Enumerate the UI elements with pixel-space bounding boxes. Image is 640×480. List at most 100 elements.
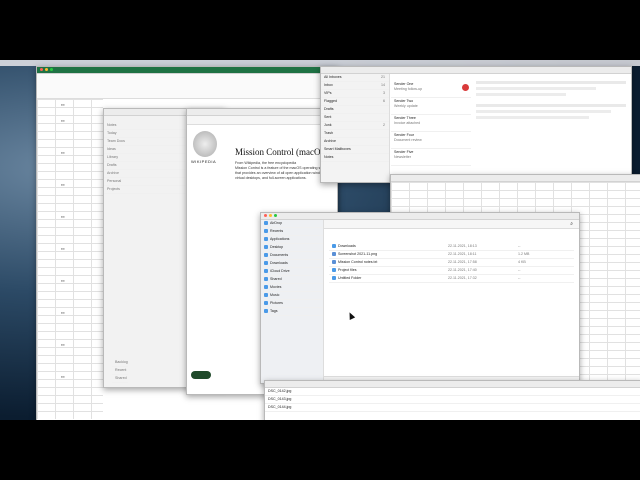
cell: ▪▪▪ — [61, 343, 65, 347]
bottom-window[interactable]: DSC_0142.jpg DSC_0143.jpg DSC_0144.jpg — [264, 380, 640, 420]
minimize-icon[interactable] — [45, 68, 48, 71]
folder-icon — [264, 309, 268, 314]
file-name: Screenshot 2021-11.png — [338, 252, 378, 256]
cell: ▪▪▪ — [61, 151, 65, 155]
file-name: Project files — [338, 268, 357, 272]
file-icon — [332, 260, 336, 265]
file-list: Downloads 22.11.2021, 18:13 -- Screenshot … — [329, 243, 574, 283]
folder-icon — [332, 276, 336, 281]
mailbox-item[interactable]: Flagged 6 — [321, 98, 389, 106]
mailbox-item[interactable]: Drafts — [321, 106, 389, 114]
message-row[interactable]: Sender Four Document review — [391, 132, 471, 149]
finder-sidebar-item[interactable]: Pictures — [261, 300, 323, 308]
cell: ▪▪▪ — [61, 311, 65, 315]
mailbox-label: Notes — [324, 155, 334, 159]
mailbox-item[interactable]: Archive — [321, 138, 389, 146]
finder-sidebar-item[interactable]: Recents — [261, 228, 323, 236]
finder-sidebar-item[interactable]: Applications — [261, 236, 323, 244]
sidebar-item[interactable]: Shared — [112, 375, 128, 383]
wikipedia-logo-text: WIKIPEDIA — [191, 159, 217, 164]
mailbox-label: Archive — [324, 139, 336, 143]
finder-sidebar-item[interactable]: Desktop — [261, 244, 323, 252]
mailbox-item[interactable]: Sent — [321, 114, 389, 122]
message-row[interactable]: Sender Three Invoice attached — [391, 115, 471, 132]
close-icon[interactable] — [40, 68, 43, 71]
mailbox-label: Drafts — [324, 107, 334, 111]
close-icon[interactable] — [264, 214, 267, 217]
file-icon — [332, 252, 336, 257]
sidebar-label: Music — [270, 293, 280, 297]
folder-icon — [264, 293, 268, 298]
mailbox-item[interactable]: VIPs 3 — [321, 90, 389, 98]
message-row[interactable]: Sender One Meeting follow-up — [391, 81, 471, 98]
floating-button[interactable] — [191, 371, 211, 379]
file-row[interactable]: Downloads 22.11.2021, 18:13 -- — [329, 243, 574, 251]
sidebar-label: Movies — [270, 285, 282, 289]
search-icon[interactable]: ⌕ — [570, 221, 573, 227]
sidebar-label: Applications — [270, 237, 290, 241]
file-row[interactable]: Project files 22.11.2021, 17:40 -- — [329, 267, 574, 275]
message-preview — [476, 81, 626, 119]
finder-sidebar-item[interactable]: AirDrop — [261, 220, 323, 228]
wikipedia-globe-icon[interactable] — [193, 131, 217, 157]
spreadsheet-grid[interactable]: ▪▪▪ ▪▪▪ ▪▪▪ ▪▪▪ ▪▪▪ ▪▪▪ ▪▪▪ ▪▪▪ ▪▪▪ ▪▪▪ — [37, 99, 103, 419]
cell: ▪▪▪ — [61, 375, 65, 379]
file-row[interactable]: DSC_0142.jpg — [265, 388, 640, 396]
cell: ▪▪▪ — [61, 103, 65, 107]
mailbox-item[interactable]: Trash — [321, 130, 389, 138]
minimize-icon[interactable] — [269, 214, 272, 217]
finder-sidebar-item[interactable]: iCloud Drive — [261, 268, 323, 276]
notes-footer: Backlog Recent Shared — [112, 359, 128, 383]
file-row[interactable]: DSC_0144.jpg — [265, 404, 640, 412]
mailbox-label: All Inboxes — [324, 75, 342, 79]
folder-icon — [264, 253, 268, 258]
message-subject: Document review — [394, 138, 422, 142]
sidebar-label: Shared — [270, 277, 282, 281]
cell: ▪▪▪ — [61, 215, 65, 219]
message-row[interactable]: Sender Two Weekly update — [391, 98, 471, 115]
mailbox-item[interactable]: Junk 2 — [321, 122, 389, 130]
file-row[interactable]: Screenshot 2021-11.png 22.11.2021, 18:11 1… — [329, 251, 574, 259]
mailbox-item[interactable]: Notes — [321, 154, 389, 162]
mailbox-item[interactable]: All Inboxes 21 — [321, 74, 389, 82]
finder-toolbar: ⌕ — [324, 220, 579, 229]
mailbox-label: Inbox — [324, 83, 333, 87]
zoom-icon[interactable] — [50, 68, 53, 71]
message-row[interactable]: Sender Five Newsletter — [391, 149, 471, 166]
cell: ▪▪▪ — [61, 119, 65, 123]
finder-sidebar-item[interactable]: Shared — [261, 276, 323, 284]
finder-sidebar-item[interactable]: Tags — [261, 308, 323, 316]
file-date: 22.11.2021, 18:11 — [448, 252, 477, 256]
finder-titlebar — [261, 213, 579, 220]
message-subject: Weekly update — [394, 104, 418, 108]
file-name: Mission Control notes.txt — [338, 260, 378, 264]
folder-icon — [264, 301, 268, 306]
sidebar-label: Desktop — [270, 245, 284, 249]
file-row[interactable]: Mission Control notes.txt 22.11.2021, 17:… — [329, 259, 574, 267]
file-date: 22.11.2021, 17:58 — [448, 260, 477, 264]
mailbox-item[interactable]: Inbox 14 — [321, 82, 389, 90]
mailbox-label: Smart Mailboxes — [324, 147, 351, 151]
file-row[interactable]: Untitled Folder 22.11.2021, 17:32 -- — [329, 275, 574, 283]
file-row[interactable]: DSC_0143.jpg — [265, 396, 640, 404]
mail-window[interactable]: All Inboxes 21 Inbox 14 VIPs 3 Flagged 6… — [320, 66, 632, 183]
mailbox-count: 6 — [383, 99, 385, 103]
file-name: Untitled Folder — [338, 276, 362, 280]
finder-sidebar-item[interactable]: Documents — [261, 252, 323, 260]
zoom-icon[interactable] — [274, 214, 277, 217]
mailbox-label: Flagged — [324, 99, 337, 103]
finder-sidebar-item[interactable]: Downloads — [261, 260, 323, 268]
desktop: ▪▪▪ ▪▪▪ ▪▪▪ ▪▪▪ ▪▪▪ ▪▪▪ ▪▪▪ ▪▪▪ ▪▪▪ ▪▪▪ … — [0, 60, 640, 420]
file-size: -- — [518, 276, 521, 280]
sidebar-item[interactable]: Recent — [112, 367, 128, 375]
mailbox-label: Trash — [324, 131, 334, 135]
mailbox-item[interactable]: Smart Mailboxes — [321, 146, 389, 154]
finder-window[interactable]: AirDrop Recents Applications Desktop Doc… — [260, 212, 580, 384]
message-subject: Meeting follow-up — [394, 87, 423, 91]
finder-sidebar-item[interactable]: Movies — [261, 284, 323, 292]
folder-icon — [332, 244, 336, 249]
sidebar-label: Downloads — [270, 261, 288, 265]
finder-sidebar-item[interactable]: Music — [261, 292, 323, 300]
sidebar-item[interactable]: Backlog — [112, 359, 128, 367]
sidebar-label: Recents — [270, 229, 284, 233]
